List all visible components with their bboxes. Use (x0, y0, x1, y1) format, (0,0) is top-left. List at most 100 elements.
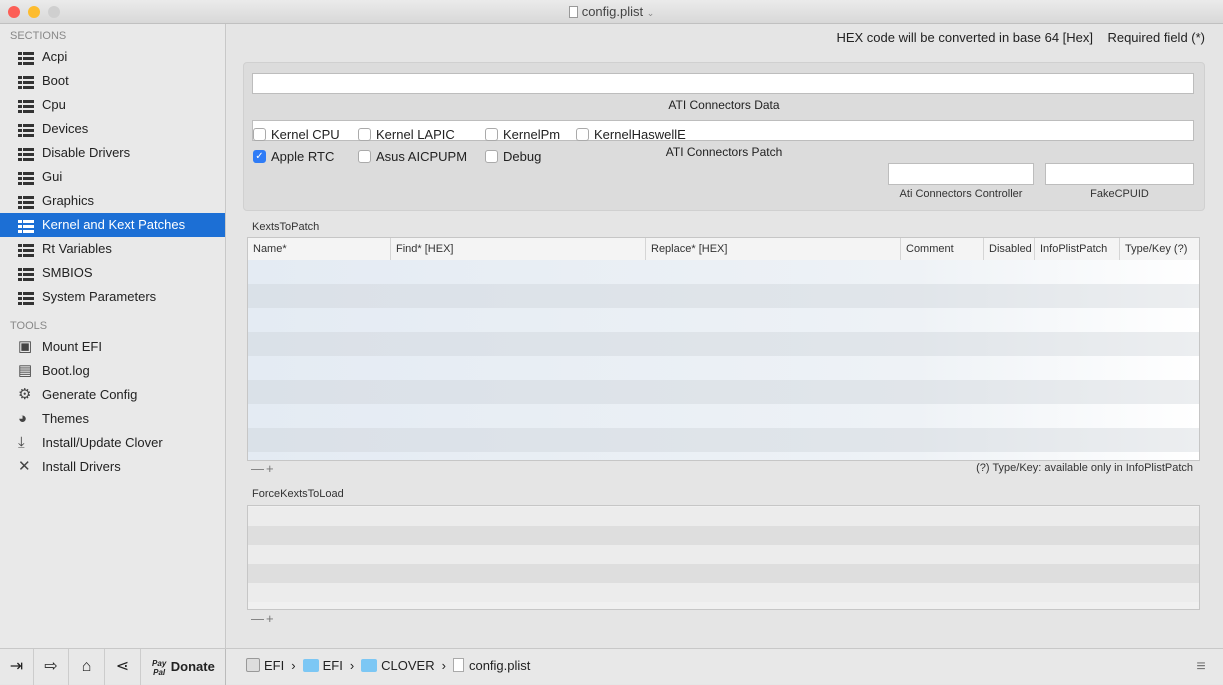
sidebar-item-label: Rt Variables (42, 241, 112, 256)
drive-icon (246, 658, 260, 672)
checkbox-kernelpm[interactable]: KernelPm (485, 127, 560, 143)
zoom-button[interactable] (48, 6, 60, 18)
tool-item-install-drivers[interactable]: ✕ Install Drivers (0, 455, 225, 479)
checkbox-box[interactable] (485, 128, 498, 141)
sidebar-item-rt-variables[interactable]: Rt Variables (0, 237, 225, 261)
checkbox-box[interactable] (485, 150, 498, 163)
checkbox-box[interactable] (576, 128, 589, 141)
path-item[interactable]: config.plist (452, 658, 530, 673)
checkbox-label: Kernel LAPIC (376, 127, 455, 142)
tool-item-boot-log[interactable]: ▤ Boot.log (0, 359, 225, 383)
tool-item-themes[interactable]: ◕ Themes (0, 407, 225, 431)
donate-button[interactable]: Pay Pal Donate (141, 649, 226, 685)
minimize-button[interactable] (28, 6, 40, 18)
column-header[interactable]: Disabled (984, 238, 1035, 260)
table-row[interactable] (248, 380, 1199, 404)
sidebar-item-gui[interactable]: Gui (0, 165, 225, 189)
sidebar-item-smbios[interactable]: SMBIOS (0, 261, 225, 285)
sidebar-item-disable-drivers[interactable]: Disable Drivers (0, 141, 225, 165)
table-row[interactable] (248, 452, 1199, 460)
type-key-note: (?) Type/Key: available only in InfoPlis… (976, 462, 1193, 474)
share-icon[interactable]: ⋖ (105, 649, 141, 685)
sidebar-item-label: Devices (42, 121, 89, 136)
chevron-down-icon[interactable]: ⌄ (647, 8, 655, 18)
hex-note: HEX code will be converted in base 64 [H… (836, 30, 1093, 45)
column-header[interactable]: Type/Key (?) (1120, 238, 1199, 260)
column-header[interactable]: Find* [HEX] (391, 238, 646, 260)
path-item[interactable]: EFI (246, 658, 284, 673)
column-header[interactable]: InfoPlistPatch (1035, 238, 1120, 260)
list-icon (18, 170, 34, 185)
ati-connectors-controller-label: Ati Connectors Controller (899, 188, 1023, 200)
table-row[interactable] (248, 526, 1199, 545)
add-row-button[interactable]: + (266, 611, 274, 626)
sidebar-item-devices[interactable]: Devices (0, 117, 225, 141)
table-row[interactable] (248, 428, 1199, 452)
path-item-label: CLOVER (381, 658, 435, 673)
path-item[interactable]: EFI (302, 658, 343, 673)
column-header[interactable]: Replace* [HEX] (646, 238, 901, 260)
palette-icon: ◕ (18, 410, 28, 427)
checkbox-kernel-cpu[interactable]: Kernel CPU (253, 127, 340, 143)
sidebar-item-kernel-and-kext-patches[interactable]: Kernel and Kext Patches (0, 213, 225, 237)
chevron-right-icon: › (349, 658, 355, 673)
path-item-label: EFI (322, 658, 343, 673)
table-row[interactable] (248, 507, 1199, 526)
kexts-to-patch-title: KextsToPatch (252, 221, 320, 233)
checkbox-apple-rtc[interactable]: ✓ Apple RTC (253, 149, 334, 165)
table-row[interactable] (248, 545, 1199, 564)
tool-item-generate-config[interactable]: ⚙ Generate Config (0, 383, 225, 407)
table-row[interactable] (248, 332, 1199, 356)
checkbox-box[interactable]: ✓ (253, 150, 266, 163)
sidebar-item-boot[interactable]: Boot (0, 69, 225, 93)
checkbox-debug[interactable]: Debug (485, 149, 541, 165)
table-row[interactable] (248, 564, 1199, 583)
checkbox-label: Kernel CPU (271, 127, 340, 142)
export-icon[interactable]: ⇨ (34, 649, 69, 685)
checkbox-label: KernelPm (503, 127, 561, 142)
tool-item-label: Themes (42, 411, 89, 426)
table-row[interactable] (248, 260, 1199, 284)
sidebar-item-label: SMBIOS (42, 265, 93, 280)
tool-item-label: Generate Config (42, 387, 138, 402)
import-icon[interactable]: ⇥ (0, 649, 34, 685)
checkbox-box[interactable] (358, 150, 371, 163)
table-row[interactable] (248, 356, 1199, 380)
remove-row-button[interactable]: — (251, 461, 264, 476)
force-kexts-table[interactable] (247, 505, 1200, 610)
checkbox-kernel-lapic[interactable]: Kernel LAPIC (358, 127, 455, 143)
sidebar-item-graphics[interactable]: Graphics (0, 189, 225, 213)
fakecpuid-input[interactable] (1045, 163, 1194, 185)
sidebar-item-cpu[interactable]: Cpu (0, 93, 225, 117)
sidebar-item-acpi[interactable]: Acpi (0, 45, 225, 69)
close-button[interactable] (8, 6, 20, 18)
path-item[interactable]: CLOVER (361, 658, 435, 673)
kexts-to-patch-table[interactable]: Name* Find* [HEX] Replace* [HEX] Comment Dis… (247, 237, 1200, 461)
tool-item-mount-efi[interactable]: ▣ Mount EFI (0, 335, 225, 359)
ati-connectors-data-input[interactable] (252, 73, 1194, 94)
list-icon (18, 242, 34, 257)
column-header[interactable]: Name* (248, 238, 391, 260)
add-row-button[interactable]: + (266, 461, 274, 476)
home-icon[interactable]: ⌂ (69, 649, 105, 685)
table-row[interactable] (248, 404, 1199, 428)
ati-connectors-controller-input[interactable] (888, 163, 1034, 185)
table-row[interactable] (248, 284, 1199, 308)
tool-item-label: Mount EFI (42, 339, 102, 354)
checkbox-asus-aicpupm[interactable]: Asus AICPUPM (358, 149, 467, 165)
list-icon (18, 50, 34, 65)
wrench-icon: ✕ (18, 458, 31, 475)
checkbox-kernelhaswelle[interactable]: KernelHaswellE (576, 127, 686, 143)
window-title[interactable]: config.plist (582, 4, 643, 19)
checkbox-label: Apple RTC (271, 149, 335, 164)
column-header[interactable]: Comment (901, 238, 984, 260)
checkbox-box[interactable] (253, 128, 266, 141)
file-icon (452, 658, 464, 672)
table-row[interactable] (248, 308, 1199, 332)
remove-row-button[interactable]: — (251, 611, 264, 626)
menu-icon[interactable]: ≡ (1191, 649, 1211, 685)
tool-item-install-update-clover[interactable]: ⤓ Install/Update Clover (0, 431, 225, 455)
checkbox-box[interactable] (358, 128, 371, 141)
table-row[interactable] (248, 583, 1199, 602)
sidebar-item-system-parameters[interactable]: System Parameters (0, 285, 225, 309)
